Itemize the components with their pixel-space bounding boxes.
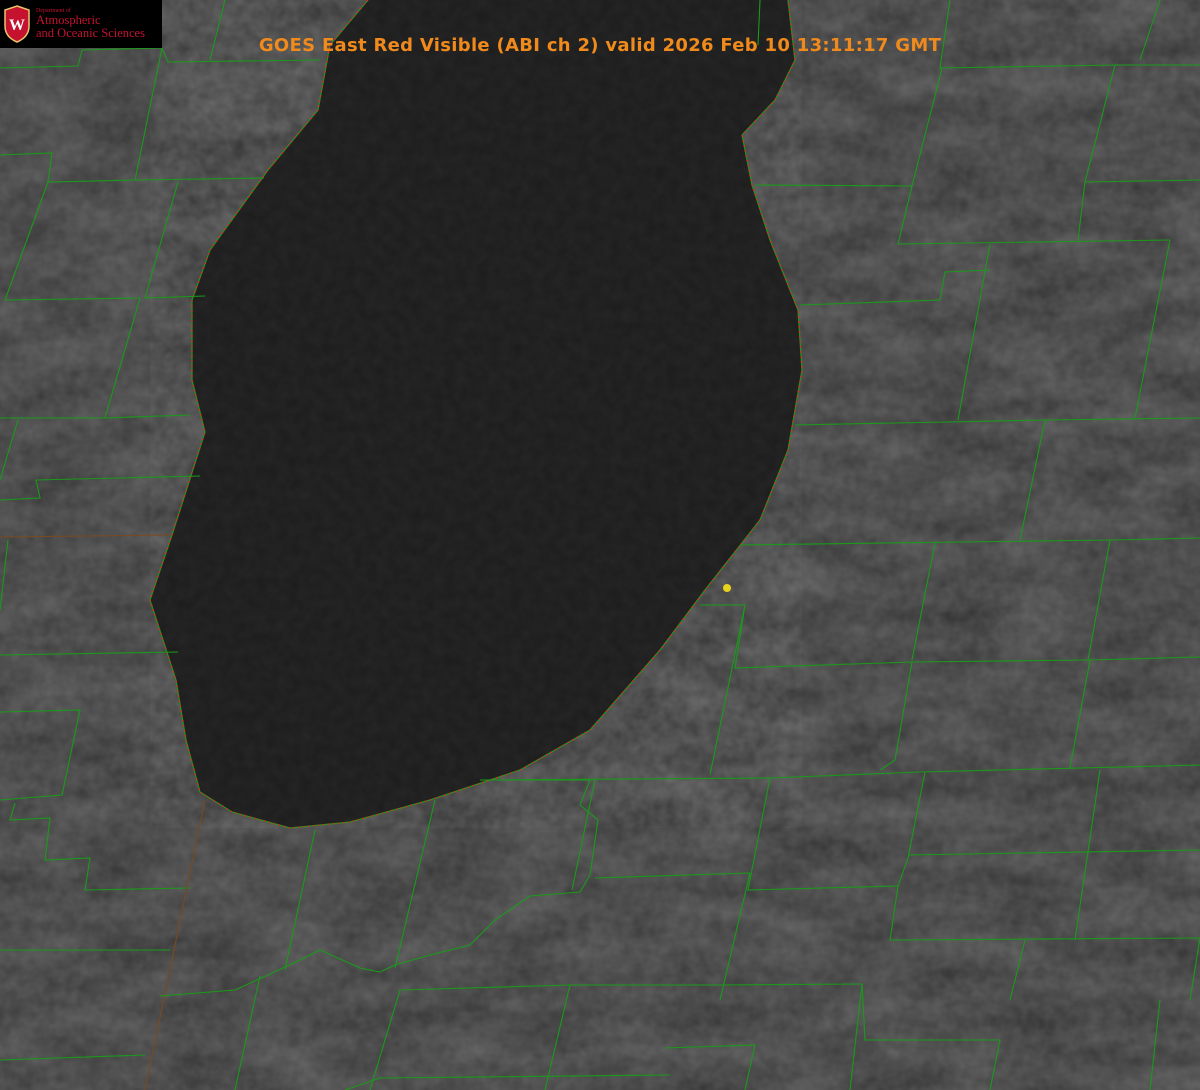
location-marker [723, 584, 731, 592]
satellite-map [0, 0, 1200, 1090]
svg-text:W: W [9, 17, 25, 34]
image-title: GOES East Red Visible (ABI ch 2) valid 2… [258, 35, 942, 56]
